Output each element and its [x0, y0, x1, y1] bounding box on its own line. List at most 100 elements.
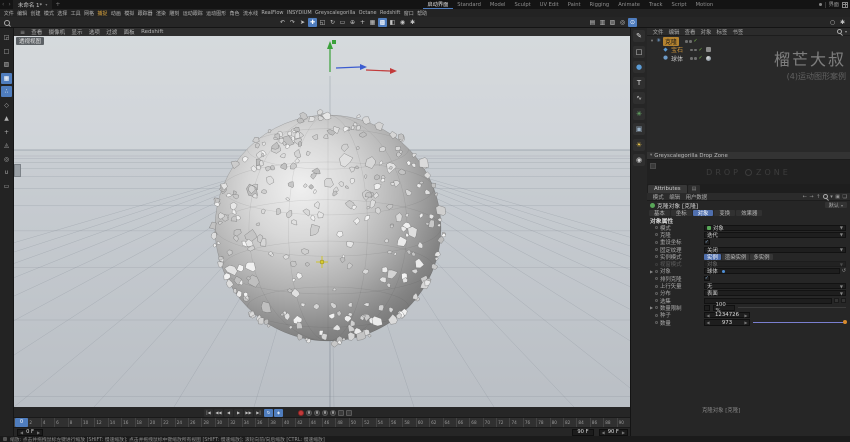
viewport-menu-item[interactable]: 摄像机: [45, 28, 68, 36]
animation-dot-icon[interactable]: [655, 241, 658, 244]
menu-item[interactable]: 渲染: [154, 10, 167, 17]
layout-tab[interactable]: Animate: [614, 0, 645, 9]
enabled-check-icon[interactable]: ✓: [699, 47, 703, 53]
timeline-tick[interactable]: 6: [54, 418, 67, 427]
move-tool-icon[interactable]: ✚: [308, 18, 317, 27]
layout-tab[interactable]: Rigging: [585, 0, 614, 9]
viewport-menu-item[interactable]: Redshift: [138, 29, 167, 35]
document-tab[interactable]: 未命名 1* ▾: [13, 0, 53, 9]
object-manager-menu-item[interactable]: 书签: [730, 28, 746, 36]
value-dropdown[interactable]: 对象▼: [704, 225, 846, 231]
animation-dot-icon[interactable]: [655, 321, 658, 324]
animation-dot-icon[interactable]: [655, 299, 658, 302]
spinner-increment-icon[interactable]: ▶: [743, 313, 749, 318]
timeline-tick[interactable]: 10: [81, 418, 94, 427]
keyframe-selection-icon[interactable]: [346, 410, 352, 416]
selection-button-icon[interactable]: [834, 298, 839, 303]
selection-button-icon[interactable]: [841, 298, 846, 303]
object-manager-menu-item[interactable]: 对象: [698, 28, 714, 36]
animation-dot-icon[interactable]: [655, 270, 658, 273]
timeline-tick[interactable]: 32: [228, 418, 241, 427]
timeline-tick[interactable]: 74: [509, 418, 522, 427]
menu-item[interactable]: 窗口: [402, 10, 415, 17]
animation-dot-icon[interactable]: [655, 277, 658, 280]
animation-dot-icon[interactable]: [655, 314, 658, 317]
gsg-drop-area[interactable]: DROPZONE: [647, 160, 850, 184]
timeline-tick[interactable]: 62: [429, 418, 442, 427]
phong-tag[interactable]: [706, 56, 711, 61]
timeline-tick[interactable]: 72: [496, 418, 509, 427]
history-icon[interactable]: ○: [828, 18, 837, 27]
timeline-tick[interactable]: 20: [148, 418, 161, 427]
viewport-menu-item[interactable]: 面板: [120, 28, 137, 36]
filter-dropdown-icon[interactable]: ▾: [845, 29, 847, 34]
timeline-tick[interactable]: 8: [68, 418, 81, 427]
prev-frame-icon[interactable]: ◀: [224, 409, 233, 417]
percent-value[interactable]: 100 %: [713, 305, 735, 311]
key-position-icon[interactable]: [306, 410, 312, 416]
viewport-menu-item[interactable]: 显示: [68, 28, 85, 36]
sphere-icon[interactable]: ●: [633, 61, 645, 73]
layout-tab[interactable]: Sculpt: [510, 0, 535, 9]
timeline-tick[interactable]: 16: [121, 418, 134, 427]
timeline-tick[interactable]: 42: [295, 418, 308, 427]
attribute-tab[interactable]: 对象: [693, 210, 714, 217]
layout-tab[interactable]: Script: [667, 0, 691, 9]
preferences-icon[interactable]: ✱: [838, 18, 847, 27]
autokey-icon[interactable]: [338, 410, 344, 416]
spline-icon[interactable]: ∿: [633, 92, 645, 104]
search-icon[interactable]: [823, 194, 828, 199]
text-icon[interactable]: T: [633, 77, 645, 89]
range-end-spinner[interactable]: ◀ 90 F ▶: [599, 429, 628, 436]
timeline-tick[interactable]: 50: [349, 418, 362, 427]
animation-dot-icon[interactable]: [655, 248, 658, 251]
coordinate-system-icon[interactable]: ⊕: [348, 18, 357, 27]
menu-item[interactable]: 模拟: [123, 10, 136, 17]
enabled-check-icon[interactable]: ✓: [699, 55, 703, 61]
viewport-menu-item[interactable]: 查看: [28, 28, 45, 36]
segment-option[interactable]: 实例: [704, 254, 721, 260]
menu-item[interactable]: 流水线: [241, 10, 259, 17]
object-manager-menu-item[interactable]: 标签: [714, 28, 730, 36]
axis-mode-icon[interactable]: +: [358, 18, 367, 27]
key-scale-icon[interactable]: [314, 410, 320, 416]
viewport-canvas[interactable]: 透视视图: [14, 36, 630, 407]
mograph-icon[interactable]: ✳: [633, 108, 645, 120]
object-row[interactable]: ◆宝石✓: [647, 46, 850, 55]
enable-snap-icon[interactable]: ∪: [1, 167, 12, 178]
tweak-mode-icon[interactable]: +: [1, 127, 12, 138]
menu-item[interactable]: 捕捉: [96, 10, 109, 17]
viewport-menu-item[interactable]: 选项: [86, 28, 103, 36]
timeline-tick[interactable]: 14: [108, 418, 121, 427]
chevron-down-icon[interactable]: ▾: [830, 194, 833, 200]
timeline-tick[interactable]: 4: [41, 418, 54, 427]
menu-item[interactable]: Redshift: [378, 10, 402, 16]
visibility-editor-dot[interactable]: [685, 40, 688, 43]
value-spinner[interactable]: ◀973▶: [704, 319, 750, 326]
timeline-tick[interactable]: 2: [27, 418, 40, 427]
timeline-tick[interactable]: 44: [309, 418, 322, 427]
menu-item[interactable]: RealFlow: [260, 10, 286, 16]
texture-tag[interactable]: [706, 47, 711, 52]
timeline-tick[interactable]: 68: [469, 418, 482, 427]
workplane-lock-icon[interactable]: ▭: [1, 181, 12, 192]
play-icon[interactable]: ▶: [234, 409, 243, 417]
timeline-tick[interactable]: 52: [362, 418, 375, 427]
object-row[interactable]: ●球体✓: [647, 54, 850, 63]
timeline-tick[interactable]: 18: [135, 418, 148, 427]
nav-up-icon[interactable]: ↑: [816, 194, 820, 200]
menu-item[interactable]: 跟踪器: [136, 10, 154, 17]
search-icon[interactable]: [2, 18, 11, 27]
animation-dot-icon[interactable]: [655, 233, 658, 236]
undo-icon[interactable]: ↶: [278, 18, 287, 27]
attribute-tab[interactable]: 坐标: [671, 210, 692, 217]
sound-toggle-icon[interactable]: ◈: [274, 409, 283, 417]
value-dropdown[interactable]: 迭代▼: [704, 232, 846, 238]
attribute-menu-item[interactable]: 编辑: [666, 193, 682, 201]
enable-snap-icon[interactable]: ⊙: [628, 18, 637, 27]
menu-item[interactable]: 创建: [29, 10, 42, 17]
timeline-tick[interactable]: 60: [416, 418, 429, 427]
goto-start-icon[interactable]: |◀: [204, 409, 213, 417]
timeline-tick[interactable]: 58: [402, 418, 415, 427]
record-icon[interactable]: [298, 410, 304, 416]
